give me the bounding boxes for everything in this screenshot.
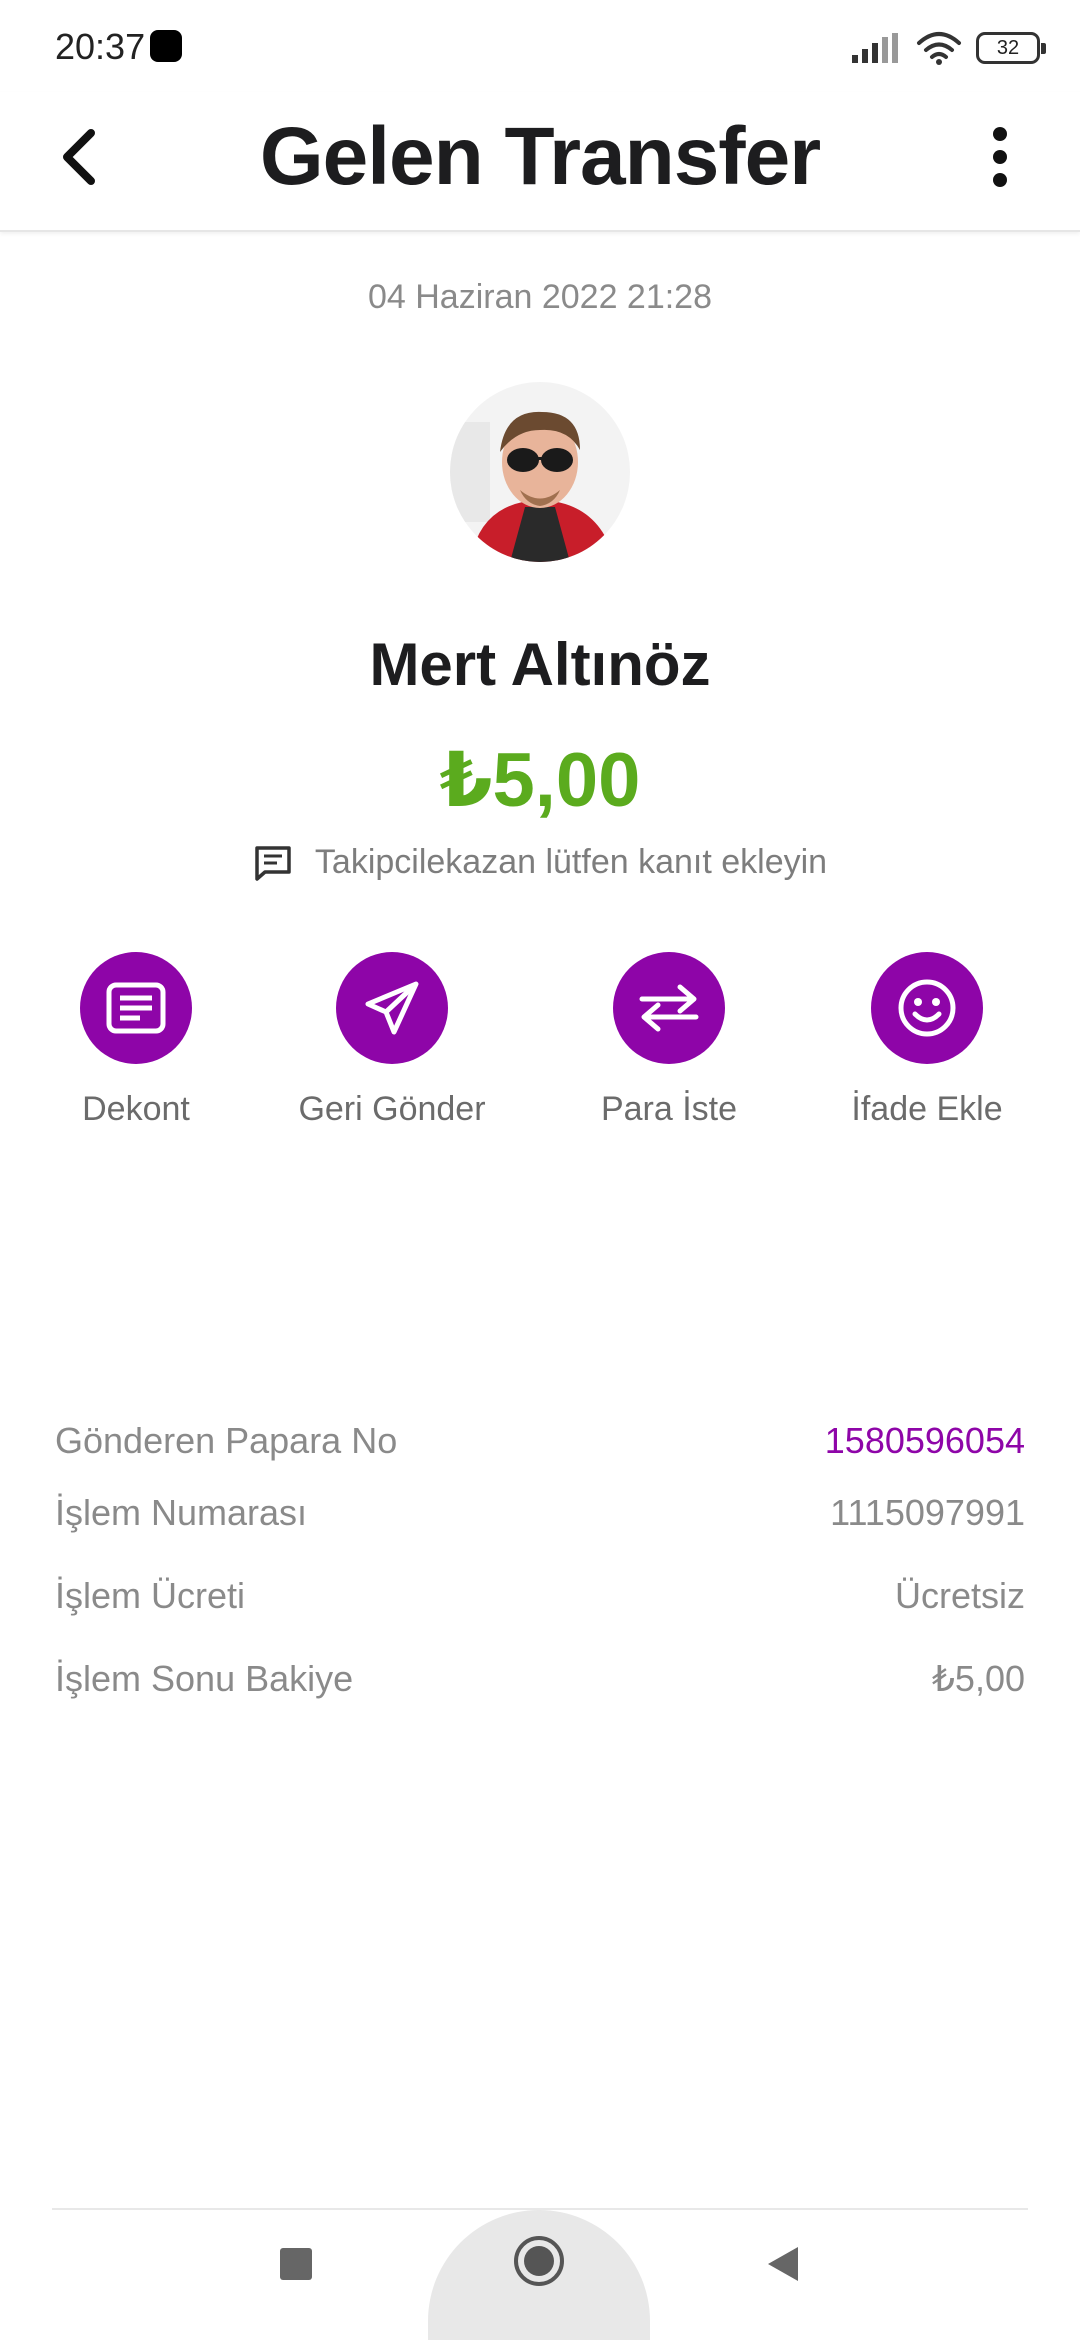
triangle-back-icon [768,2247,798,2281]
more-options-button[interactable] [960,117,1040,197]
sender-name: Mert Altınöz [369,631,711,698]
avatar[interactable] [450,382,630,562]
receipt-button-circle[interactable] [80,952,192,1064]
receipt-icon [106,982,166,1034]
swap-arrows-icon [639,984,699,1032]
request-money-button[interactable]: Para İste [539,952,799,1129]
detail-label: Gönderen Papara No [55,1420,398,1461]
transaction-fee: Ücretsiz [894,1575,1025,1616]
detail-row-sender-no: Gönderen Papara No 1580596054 [55,1420,1025,1462]
request-money-button-circle[interactable] [613,952,725,1064]
more-vertical-icon [993,127,1007,187]
sender-papara-number[interactable]: 1580596054 [825,1420,1025,1462]
transaction-note: Takipcilekazan lütfen kanıt ekleyin [0,843,1080,882]
back-nav-button[interactable] [755,2236,811,2292]
page-title: Gelen Transfer [259,111,821,202]
add-reaction-label: İfade Ekle [851,1090,1003,1128]
battery-level: 32 [996,36,1020,59]
status-time: 20:37 [55,26,146,67]
recents-button[interactable] [270,2238,322,2290]
signal-icon [852,33,898,63]
detail-label: İşlem Ücreti [55,1575,246,1616]
send-back-label: Geri Gönder [298,1090,486,1128]
request-money-label: Para İste [600,1090,738,1128]
message-icon [255,845,291,881]
add-reaction-button-circle[interactable] [871,952,983,1064]
wifi-icon [917,32,961,65]
home-button[interactable] [428,2210,650,2340]
smiley-icon [898,979,956,1037]
avatar-image [450,382,630,562]
circle-icon [514,2236,564,2286]
detail-row-fee: İşlem Ücreti Ücretsiz [55,1575,1025,1617]
send-back-button[interactable]: Geri Gönder [262,952,522,1129]
send-icon [365,981,419,1035]
receipt-label: Dekont [82,1090,190,1128]
status-bar: 20:37 32 [0,0,1080,92]
transaction-number: 1115097991 [830,1492,1025,1533]
status-icons: 32 [852,28,1046,68]
receipt-button[interactable]: Dekont [6,952,266,1129]
transaction-date: 04 Haziran 2022 21:28 [367,278,713,316]
detail-row-transaction-no: İşlem Numarası 1115097991 [55,1492,1025,1534]
app-bar: Gelen Transfer [0,92,1080,232]
detail-label: İşlem Sonu Bakiye [55,1658,354,1699]
transfer-amount: ₺5,00 [439,738,641,823]
send-back-button-circle[interactable] [336,952,448,1064]
battery-icon: 32 [976,32,1046,64]
balance-after: ₺5,00 [932,1658,1025,1699]
add-reaction-button[interactable]: İfade Ekle [797,952,1057,1129]
notification-icon [150,30,182,62]
note-text: Takipcilekazan lütfen kanıt ekleyin [314,843,828,881]
detail-row-balance: İşlem Sonu Bakiye ₺5,00 [55,1658,1025,1700]
square-icon [280,2248,312,2280]
detail-label: İşlem Numarası [55,1492,308,1533]
